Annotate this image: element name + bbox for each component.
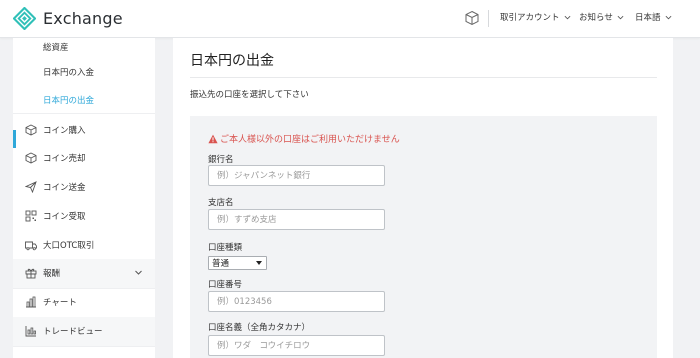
sidebar-item-jpy-deposit[interactable]: 日本円の入金 bbox=[13, 63, 155, 81]
app-logo[interactable]: Exchange bbox=[13, 7, 123, 30]
sidebar-item-label: 総資産 bbox=[43, 43, 69, 53]
top-header: Exchange 取引アカウント お知らせ 日本語 bbox=[0, 0, 700, 38]
sidebar-item-label: トレードビュー bbox=[43, 327, 103, 337]
sidebar-item-label: 日本円の出金 bbox=[43, 96, 95, 106]
sidebar-item-trade-view[interactable]: トレードビュー bbox=[13, 322, 155, 340]
sidebar-item-chart[interactable]: チャート bbox=[13, 293, 155, 311]
chevron-down-icon bbox=[617, 15, 624, 19]
chevron-down-icon bbox=[665, 15, 671, 19]
menu-notices-label: お知らせ bbox=[579, 13, 613, 23]
menu-trading-account[interactable]: 取引アカウント bbox=[500, 11, 571, 23]
bank-account-form: ご本人様以外の口座はご利用いただけません 銀行名 支店名 口座種類 普通 口座番… bbox=[190, 116, 657, 358]
account-type-select[interactable]: 普通 bbox=[208, 256, 267, 270]
send-icon bbox=[25, 181, 37, 193]
truck-icon bbox=[25, 241, 37, 251]
account-type-selected: 普通 bbox=[212, 259, 230, 269]
chevron-down-icon bbox=[135, 270, 142, 275]
bank-name-input[interactable] bbox=[208, 165, 385, 186]
menu-trading-account-label: 取引アカウント bbox=[500, 13, 560, 23]
bank-name-label: 銀行名 bbox=[208, 155, 234, 165]
warning-text: ご本人様以外の口座はご利用いただけません bbox=[220, 135, 400, 145]
sidebar-item-label: 報酬 bbox=[43, 269, 61, 279]
branch-name-label: 支店名 bbox=[208, 198, 234, 208]
sidebar-item-rewards[interactable]: 報酬 bbox=[13, 264, 155, 282]
main-panel: 日本円の出金 振込先の口座を選択して下さい ご本人様以外の口座はご利用いただけま… bbox=[173, 38, 673, 358]
cube-icon bbox=[25, 152, 37, 164]
sidebar-item-sell-coin[interactable]: コイン売却 bbox=[13, 149, 155, 167]
account-type-label: 口座種類 bbox=[208, 243, 243, 253]
sidebar-item-label: 大口OTC取引 bbox=[43, 241, 95, 251]
trend-chart-icon bbox=[25, 326, 36, 337]
warning-message: ご本人様以外の口座はご利用いただけません bbox=[208, 132, 400, 145]
qr-icon bbox=[25, 210, 37, 222]
cube-icon bbox=[25, 124, 37, 136]
account-number-label: 口座番号 bbox=[208, 280, 243, 290]
exchange-logo-icon bbox=[13, 7, 36, 30]
branch-name-input[interactable] bbox=[208, 209, 385, 230]
sidebar-item-jpy-withdrawal[interactable]: 日本円の出金 bbox=[13, 91, 155, 109]
page-subtitle: 振込先の口座を選択して下さい bbox=[190, 90, 309, 100]
menu-language-label: 日本語 bbox=[635, 13, 661, 23]
account-holder-input[interactable] bbox=[208, 335, 385, 356]
sidebar-item-label: コイン受取 bbox=[43, 212, 86, 222]
app-name: Exchange bbox=[43, 9, 123, 28]
sidebar-item-label: 日本円の入金 bbox=[43, 68, 95, 78]
sidebar-item-send-coin[interactable]: コイン送金 bbox=[13, 178, 155, 196]
bar-chart-icon bbox=[26, 296, 36, 308]
menu-language[interactable]: 日本語 bbox=[635, 11, 672, 23]
header-divider bbox=[488, 10, 489, 27]
page-title: 日本円の出金 bbox=[190, 53, 274, 69]
sidebar: 総資産 日本円の入金 日本円の出金 コイン購入 コイン売却 コイン送金 コイン受… bbox=[13, 38, 155, 358]
menu-notices[interactable]: お知らせ bbox=[579, 11, 624, 23]
sidebar-divider bbox=[13, 346, 155, 347]
sidebar-item-buy-coin[interactable]: コイン購入 bbox=[13, 121, 155, 139]
sidebar-item-label: チャート bbox=[43, 298, 77, 308]
account-number-input[interactable] bbox=[208, 291, 385, 312]
sidebar-item-otc-trade[interactable]: 大口OTC取引 bbox=[13, 236, 155, 254]
gift-icon bbox=[25, 268, 37, 279]
cube-icon[interactable] bbox=[464, 10, 480, 26]
sidebar-item-label: コイン売却 bbox=[43, 154, 86, 164]
sidebar-item-label: コイン送金 bbox=[43, 183, 86, 193]
sidebar-item-total-assets[interactable]: 総資産 bbox=[13, 38, 155, 56]
select-arrow-icon bbox=[256, 261, 262, 265]
warning-icon bbox=[208, 134, 218, 143]
sidebar-divider bbox=[13, 113, 155, 114]
sidebar-item-label: コイン購入 bbox=[43, 126, 86, 136]
sidebar-divider bbox=[13, 288, 155, 289]
title-divider bbox=[190, 77, 657, 78]
account-holder-label: 口座名義（全角カタカナ） bbox=[208, 323, 311, 333]
chevron-down-icon bbox=[564, 15, 570, 19]
sidebar-item-receive-coin[interactable]: コイン受取 bbox=[13, 207, 155, 225]
